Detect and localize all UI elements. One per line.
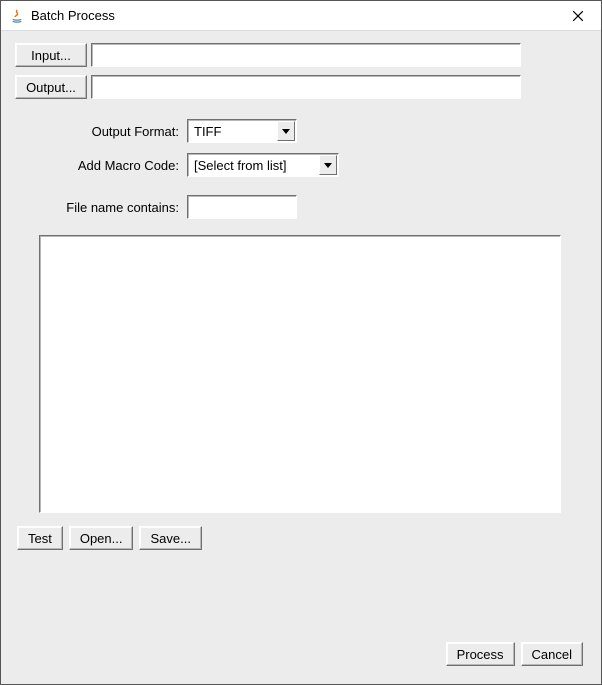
add-macro-select[interactable] [187,153,339,177]
output-path-field[interactable] [91,75,521,99]
titlebar: Batch Process [1,1,601,31]
cancel-button[interactable]: Cancel [521,642,583,666]
output-format-label: Output Format: [15,124,187,139]
output-button[interactable]: Output... [15,75,87,99]
dialog-content: Input... Output... Output Format: Add Ma… [1,31,601,684]
test-button[interactable]: Test [17,526,63,550]
java-icon [9,8,25,24]
close-icon [573,11,583,21]
process-button[interactable]: Process [446,642,515,666]
add-macro-label: Add Macro Code: [15,158,187,173]
filename-contains-field[interactable] [187,195,297,219]
window-title: Batch Process [31,8,555,23]
input-path-field[interactable] [91,43,521,67]
macro-text-area[interactable] [39,235,561,513]
open-button[interactable]: Open... [69,526,134,550]
close-button[interactable] [555,1,601,31]
input-button[interactable]: Input... [15,43,87,67]
output-format-select[interactable] [187,119,297,143]
filename-contains-label: File name contains: [15,200,187,215]
save-button[interactable]: Save... [139,526,201,550]
